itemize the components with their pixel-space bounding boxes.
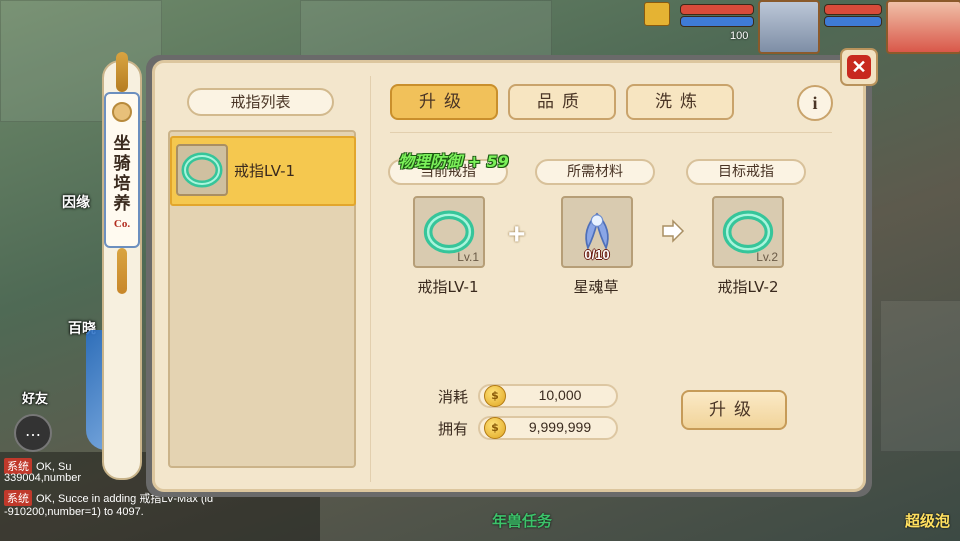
current-ring-slot[interactable]: Lv.1	[413, 196, 485, 268]
player-portrait[interactable]	[886, 0, 960, 54]
attribute-bonus-text: 物理防御 + 59	[398, 152, 509, 171]
mp-bar	[680, 16, 754, 27]
plus-icon: +	[508, 218, 526, 251]
consume-label: 消耗	[438, 388, 469, 406]
own-value: 9,999,999	[528, 419, 592, 435]
target-ring-slot[interactable]: Lv.2	[712, 196, 784, 268]
current-ring-name: 戒指LV-1	[417, 278, 479, 296]
gold-coin-icon: $	[484, 385, 506, 407]
seal-stamp: Co.	[113, 218, 131, 230]
tab-divider	[390, 132, 832, 133]
bg-scenery	[300, 0, 552, 57]
tab-refine[interactable]: 洗炼	[626, 84, 734, 120]
bottom-event-label[interactable]: 超级泡	[905, 510, 950, 531]
scroll-tab-label: 坐骑培养	[113, 134, 131, 214]
chat-message: -910200,number=1) to 4097.	[4, 506, 144, 518]
coin-ornament-icon	[112, 102, 132, 122]
material-count: 0/10	[584, 247, 610, 262]
task-tracker[interactable]: 年兽任务	[492, 510, 552, 531]
friends-button[interactable]: 好友	[22, 388, 48, 407]
tassel-ornament	[116, 52, 128, 92]
material-slot[interactable]: 0/10	[561, 196, 633, 268]
chat-tag: 系统	[4, 490, 32, 506]
close-button[interactable]: ✕	[840, 48, 878, 86]
hp-bar	[680, 4, 754, 15]
hp-bar	[824, 4, 882, 15]
info-button[interactable]: i	[797, 85, 833, 121]
treasure-icon[interactable]	[644, 2, 670, 26]
tab-quality[interactable]: 品质	[508, 84, 616, 120]
chat-icon[interactable]: …	[14, 414, 52, 452]
close-icon: ✕	[847, 55, 871, 79]
required-material-label: 所需材料	[535, 159, 655, 185]
ring-icon	[176, 144, 228, 196]
hud-value: 100	[730, 30, 749, 42]
tab-upgrade[interactable]: 升级	[390, 84, 498, 120]
list-item-label: 戒指LV-1	[234, 162, 296, 180]
bg-scenery	[880, 300, 960, 452]
arrow-right-icon	[662, 219, 685, 243]
consume-value: 10,000	[538, 387, 582, 403]
mp-bar	[824, 16, 882, 27]
upgrade-button[interactable]: 升级	[681, 390, 787, 430]
bg-npc-label: 因缘	[62, 195, 90, 211]
target-ring-label: 目标戒指	[686, 159, 806, 185]
level-badge: Lv.1	[457, 250, 479, 264]
chat-message: 339004,number	[4, 472, 82, 484]
level-badge: Lv.2	[756, 250, 778, 264]
ally-portrait[interactable]	[758, 0, 820, 54]
target-ring-name: 戒指LV-2	[717, 278, 779, 296]
own-label: 拥有	[438, 420, 469, 438]
column-divider	[370, 76, 371, 482]
material-name: 星魂草	[573, 278, 619, 296]
party-hud: 100	[644, 0, 960, 54]
tassel-ornament	[117, 248, 127, 294]
ring-list-title: 戒指列表	[187, 88, 334, 116]
gold-coin-icon: $	[484, 417, 506, 439]
tab-mount-training[interactable]: 坐骑培养 Co.	[104, 92, 140, 248]
